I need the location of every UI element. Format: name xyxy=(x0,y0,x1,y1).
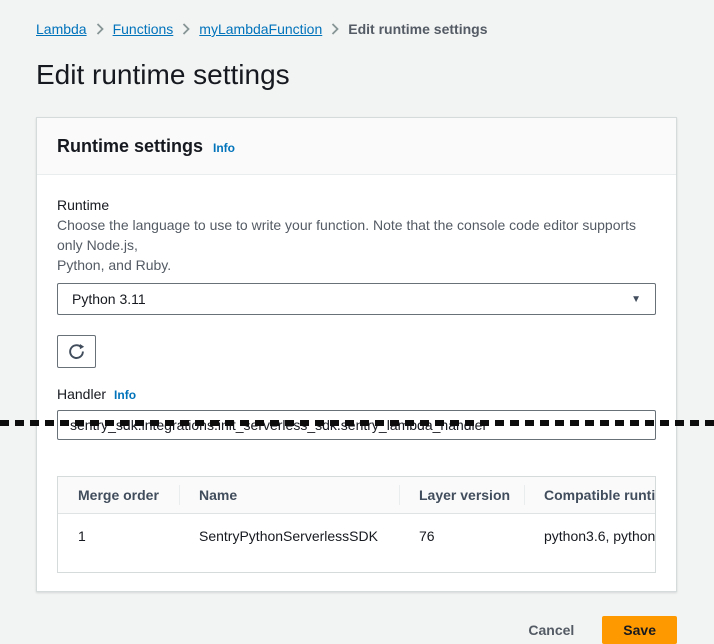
runtime-description-line1: Choose the language to use to write your… xyxy=(57,217,636,253)
column-header-merge-order[interactable]: Merge order xyxy=(58,477,179,514)
chevron-right-icon xyxy=(182,23,190,35)
breadcrumb-current-page: Edit runtime settings xyxy=(348,21,487,37)
runtime-description: Choose the language to use to write your… xyxy=(57,215,656,275)
runtime-settings-panel: Runtime settings Info Runtime Choose the… xyxy=(36,117,677,592)
column-header-compatible-runtimes[interactable]: Compatible runtimes xyxy=(524,477,656,514)
breadcrumb-link-lambda[interactable]: Lambda xyxy=(36,21,87,37)
save-button[interactable]: Save xyxy=(602,616,677,644)
panel-body: Runtime Choose the language to use to wr… xyxy=(37,175,676,591)
edit-runtime-settings-page: Lambda Functions myLambdaFunction Edit r… xyxy=(0,0,714,644)
column-header-name[interactable]: Name xyxy=(179,477,399,514)
layers-table-row: 1 SentryPythonServerlessSDK 76 python3.6… xyxy=(58,514,656,573)
breadcrumb-link-functions[interactable]: Functions xyxy=(113,21,174,37)
refresh-icon xyxy=(68,343,85,360)
panel-title: Runtime settings xyxy=(57,135,203,157)
cell-compatible-runtimes: python3.6, python xyxy=(524,514,656,573)
panel-info-link[interactable]: Info xyxy=(213,141,235,155)
cancel-button[interactable]: Cancel xyxy=(528,616,574,644)
form-actions: Cancel Save xyxy=(0,616,677,644)
cell-layer-version: 76 xyxy=(399,514,524,573)
breadcrumb: Lambda Functions myLambdaFunction Edit r… xyxy=(0,0,714,37)
layers-table-header-row: Merge order Name Layer version Compatibl… xyxy=(58,477,656,514)
page-title: Edit runtime settings xyxy=(36,57,714,93)
handler-label-row: Handler Info xyxy=(57,384,656,404)
handler-input[interactable] xyxy=(57,410,656,440)
layers-table: Merge order Name Layer version Compatibl… xyxy=(57,476,656,573)
chevron-right-icon xyxy=(331,23,339,35)
runtime-select[interactable]: Python 3.11 ▼ xyxy=(57,283,656,315)
handler-label: Handler xyxy=(57,384,106,404)
cell-merge-order: 1 xyxy=(58,514,179,573)
column-header-layer-version[interactable]: Layer version xyxy=(399,477,524,514)
handler-info-link[interactable]: Info xyxy=(114,388,136,402)
refresh-runtimes-button[interactable] xyxy=(57,335,96,368)
runtime-label: Runtime xyxy=(57,195,656,215)
panel-header: Runtime settings Info xyxy=(37,118,676,175)
breadcrumb-link-function-name[interactable]: myLambdaFunction xyxy=(199,21,322,37)
runtime-description-line2: Python, and Ruby. xyxy=(57,257,171,273)
cell-name: SentryPythonServerlessSDK xyxy=(179,514,399,573)
runtime-select-value: Python 3.11 xyxy=(72,291,146,307)
chevron-down-icon: ▼ xyxy=(631,294,641,305)
chevron-right-icon xyxy=(96,23,104,35)
